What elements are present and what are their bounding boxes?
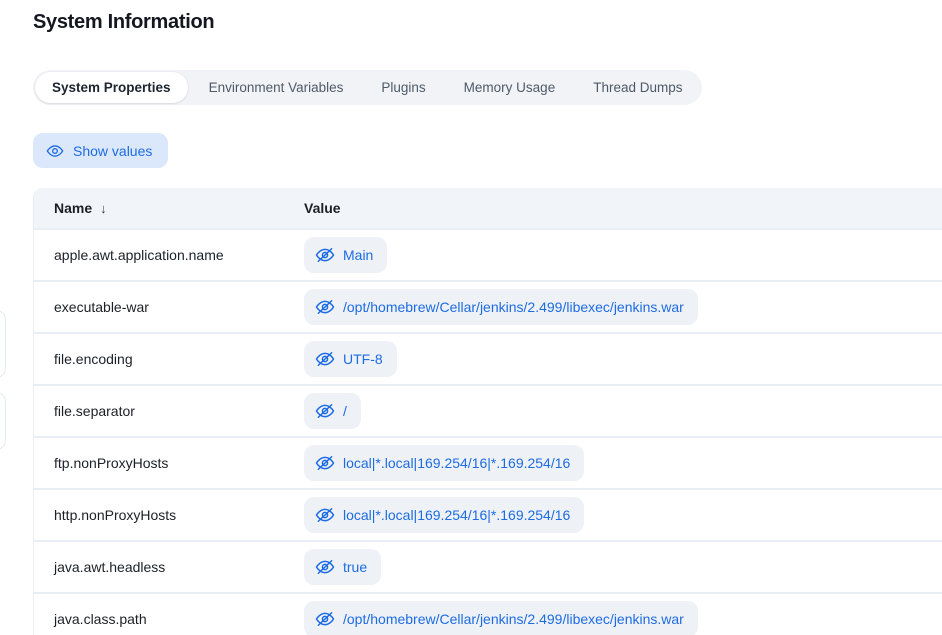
hidden-value-button[interactable]: true <box>304 549 381 585</box>
property-name: java.awt.headless <box>34 559 304 575</box>
column-header-name[interactable]: Name ↓ <box>34 200 304 216</box>
table-row: apple.awt.application.name Main <box>34 230 942 280</box>
property-value-cell: / <box>304 393 942 429</box>
tab-memory-usage[interactable]: Memory Usage <box>447 72 573 103</box>
tab-thread-dumps[interactable]: Thread Dumps <box>576 72 699 103</box>
table-row: java.awt.headless true <box>34 542 942 592</box>
show-values-button[interactable]: Show values <box>33 133 168 168</box>
property-value-cell: local|*.local|169.254/16|*.169.254/16 <box>304 445 942 481</box>
property-value-cell: UTF-8 <box>304 341 942 377</box>
table-header: Name ↓ Value <box>34 188 942 228</box>
tab-bar: System Properties Environment Variables … <box>33 70 702 105</box>
property-value-cell: /opt/homebrew/Cellar/jenkins/2.499/libex… <box>304 289 942 325</box>
hidden-value-button[interactable]: local|*.local|169.254/16|*.169.254/16 <box>304 497 584 533</box>
hidden-value-text: local|*.local|169.254/16|*.169.254/16 <box>343 507 570 523</box>
hidden-value-button[interactable]: Main <box>304 237 387 273</box>
property-value-cell: true <box>304 549 942 585</box>
property-value-cell: /opt/homebrew/Cellar/jenkins/2.499/libex… <box>304 601 942 635</box>
hidden-value-button[interactable]: local|*.local|169.254/16|*.169.254/16 <box>304 445 584 481</box>
hidden-value-text: Main <box>343 247 373 263</box>
table-row: ftp.nonProxyHosts local|*.local|169.254/… <box>34 438 942 488</box>
hidden-value-text: UTF-8 <box>343 351 383 367</box>
sort-descending-icon: ↓ <box>100 201 107 216</box>
tab-label: Environment Variables <box>209 80 344 95</box>
eye-slash-icon <box>315 297 335 317</box>
property-name: file.separator <box>34 403 304 419</box>
table-body: apple.awt.application.name Main executab… <box>34 230 942 635</box>
eye-slash-icon <box>315 609 335 629</box>
hidden-value-text: /opt/homebrew/Cellar/jenkins/2.499/libex… <box>343 299 684 315</box>
property-value-cell: local|*.local|169.254/16|*.169.254/16 <box>304 497 942 533</box>
system-properties-table: Name ↓ Value apple.awt.application.name … <box>33 188 942 635</box>
hidden-value-text: local|*.local|169.254/16|*.169.254/16 <box>343 455 570 471</box>
hidden-value-text: true <box>343 559 367 575</box>
property-name: file.encoding <box>34 351 304 367</box>
table-row: file.encoding UTF-8 <box>34 334 942 384</box>
eye-icon <box>46 142 64 160</box>
tab-plugins[interactable]: Plugins <box>364 72 442 103</box>
tab-label: Memory Usage <box>464 80 556 95</box>
table-row: file.separator / <box>34 386 942 436</box>
hidden-value-button[interactable]: /opt/homebrew/Cellar/jenkins/2.499/libex… <box>304 289 698 325</box>
eye-slash-icon <box>315 557 335 577</box>
tab-environment-variables[interactable]: Environment Variables <box>192 72 361 103</box>
hidden-value-button[interactable]: /opt/homebrew/Cellar/jenkins/2.499/libex… <box>304 601 698 635</box>
property-value-cell: Main <box>304 237 942 273</box>
table-row: http.nonProxyHosts local|*.local|169.254… <box>34 490 942 540</box>
eye-slash-icon <box>315 245 335 265</box>
tab-label: System Properties <box>52 80 171 95</box>
system-information-page: System Information System Properties Env… <box>0 0 942 635</box>
property-name: ftp.nonProxyHosts <box>34 455 304 471</box>
property-name: executable-war <box>34 299 304 315</box>
column-header-name-label: Name <box>54 200 92 216</box>
table-row: executable-war /opt/homebrew/Cellar/jenk… <box>34 282 942 332</box>
property-name: apple.awt.application.name <box>34 247 304 263</box>
eye-slash-icon <box>315 401 335 421</box>
page-title: System Information <box>33 11 214 34</box>
tab-system-properties[interactable]: System Properties <box>35 72 188 103</box>
hidden-value-button[interactable]: UTF-8 <box>304 341 397 377</box>
eye-slash-icon <box>315 505 335 525</box>
partially-visible-button[interactable] <box>0 392 6 450</box>
property-name: java.class.path <box>34 611 304 627</box>
tab-label: Thread Dumps <box>593 80 682 95</box>
hidden-value-text: /opt/homebrew/Cellar/jenkins/2.499/libex… <box>343 611 684 627</box>
show-values-label: Show values <box>73 143 152 159</box>
property-name: http.nonProxyHosts <box>34 507 304 523</box>
eye-slash-icon <box>315 349 335 369</box>
partially-visible-button[interactable] <box>0 310 6 378</box>
hidden-value-text: / <box>343 403 347 419</box>
tab-label: Plugins <box>381 80 425 95</box>
table-row: java.class.path /opt/homebrew/Cellar/jen… <box>34 594 942 635</box>
hidden-value-button[interactable]: / <box>304 393 361 429</box>
column-header-value[interactable]: Value <box>304 200 942 216</box>
eye-slash-icon <box>315 453 335 473</box>
